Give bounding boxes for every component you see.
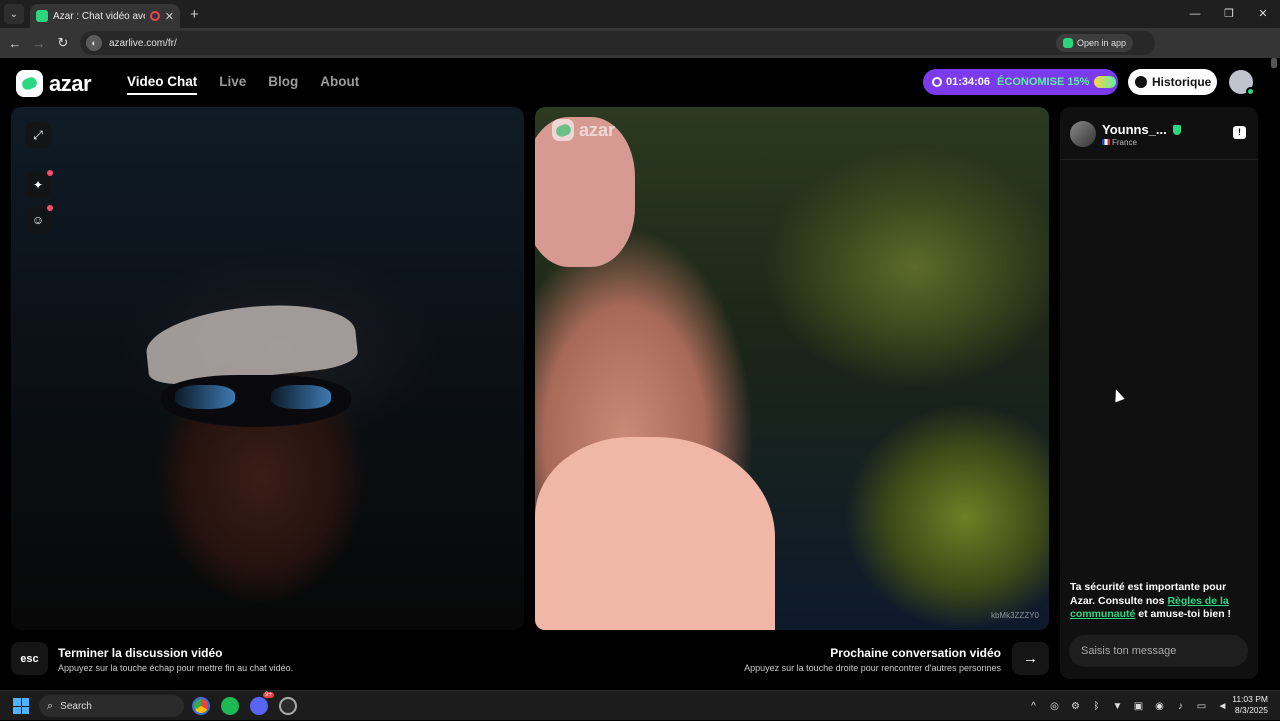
taskbar-search[interactable]: ⌕ Search	[39, 695, 184, 717]
reload-icon[interactable]: ↻	[51, 35, 75, 51]
clock-icon	[932, 77, 942, 87]
end-chat-subtitle: Appuyez sur la touche échap pour mettre …	[58, 663, 294, 673]
browser-tab-bar: ⌄ Azar : Chat vidéo avec de n ✕ + — ❐ ✕	[0, 0, 1280, 28]
tray-app-icon[interactable]: ▼	[1110, 701, 1125, 712]
azar-logo[interactable]: azar	[16, 70, 92, 97]
swap-video-button[interactable]: ⤢	[25, 122, 51, 148]
chat-divider	[1060, 159, 1258, 160]
system-tray: ^ ◎ ⚙ ᛒ ▼ ▣ ◉ ♪ ▭ ◄	[1026, 691, 1230, 721]
swap-icon: ⤢	[33, 127, 43, 142]
peer-name: Younns_...	[1102, 121, 1167, 137]
browser-tab[interactable]: Azar : Chat vidéo avec de n ✕	[30, 4, 180, 28]
back-icon[interactable]: ←	[3, 36, 27, 51]
azar-logo-icon	[16, 70, 43, 97]
next-chat-subtitle: Appuyez sur la touche droite pour rencon…	[744, 663, 1001, 673]
france-flag-icon	[1102, 139, 1110, 146]
history-clock-icon	[1135, 76, 1147, 88]
close-window-button[interactable]: ✕	[1246, 0, 1280, 28]
azar-watermark: azar	[552, 119, 615, 141]
azar-watermark-icon	[552, 119, 574, 141]
peer-country: France	[1112, 137, 1137, 147]
end-chat-title: Terminer la discussion vidéo	[58, 646, 223, 660]
video-person-sunglasses	[161, 375, 351, 427]
taskbar-date: 8/3/2025	[1234, 705, 1268, 715]
tab-close-icon[interactable]: ✕	[165, 10, 174, 23]
chevron-up-icon[interactable]: ^	[1026, 701, 1041, 712]
end-chat-button[interactable]: esc	[11, 642, 48, 675]
history-button[interactable]: Historique	[1128, 69, 1217, 95]
restore-button[interactable]: ❐	[1212, 0, 1246, 28]
face-icon: ☺	[31, 213, 45, 227]
search-icon: ⌕	[47, 699, 54, 712]
main-nav: Video Chat Live Blog About	[127, 74, 359, 95]
volume-icon[interactable]: ◄	[1215, 701, 1230, 712]
address-bar[interactable]: ◐ azarlive.com/fr/ Open in app	[80, 31, 1155, 55]
windows-start-icon[interactable]	[13, 698, 29, 714]
tab-title: Azar : Chat vidéo avec de n	[53, 10, 145, 22]
local-video: ⤢ ✦ ☺	[11, 107, 524, 630]
nav-live[interactable]: Live	[219, 74, 246, 95]
tray-app-icon[interactable]: ▣	[1131, 701, 1146, 712]
peer-info[interactable]: Younns_... France	[1070, 121, 1181, 147]
bluetooth-icon[interactable]: ᛒ	[1089, 701, 1104, 712]
forward-icon[interactable]: →	[27, 36, 51, 51]
spotify-icon[interactable]	[221, 697, 239, 715]
chrome-icon[interactable]	[192, 697, 210, 715]
recording-icon	[149, 11, 160, 21]
gems-icon	[1094, 76, 1117, 88]
discord-badge: 9+	[263, 692, 274, 698]
online-status-icon	[1246, 87, 1255, 96]
azar-app-icon	[1062, 38, 1073, 48]
tray-app-icon[interactable]: ◉	[1152, 701, 1167, 712]
tray-app-icon[interactable]: ⚙	[1068, 701, 1083, 712]
taskbar-time: 11:03 PM	[1232, 694, 1268, 704]
notification-dot	[47, 170, 53, 176]
next-chat-button[interactable]: →	[1012, 642, 1049, 675]
filters-button[interactable]: ☺	[25, 205, 53, 233]
peer-avatar[interactable]	[1070, 121, 1096, 147]
obs-icon[interactable]	[279, 697, 297, 715]
open-in-app-button[interactable]: Open in app	[1055, 34, 1133, 52]
tab-search-icon[interactable]: ⌄	[4, 4, 24, 24]
nav-blog[interactable]: Blog	[268, 74, 298, 95]
logo-text: azar	[49, 70, 92, 96]
sparkle-icon: ✦	[32, 178, 44, 192]
promo-banner[interactable]: 01:34:06 ÉCONOMISE 15%	[923, 69, 1118, 95]
taskbar-clock[interactable]: 11:03 PM 8/3/2025	[1232, 694, 1268, 716]
history-label: Historique	[1152, 75, 1212, 89]
message-input[interactable]	[1069, 635, 1248, 667]
verified-shield-icon	[1172, 125, 1181, 136]
effects-button[interactable]: ✦	[25, 170, 53, 198]
taskbar: ⌕ Search 9+ ^ ◎ ⚙ ᛒ ▼ ▣ ◉ ♪ ▭ ◄ 11:03 PM…	[0, 690, 1280, 720]
window-controls: — ❐ ✕	[1178, 0, 1280, 28]
watermark-text: azar	[579, 119, 616, 140]
remote-video: azar kbMk3ZZZY0	[535, 107, 1049, 630]
chat-panel: Younns_... France ! Ta sécurité est impo…	[1060, 107, 1258, 679]
safety-notice: Ta sécurité est importante pour Azar. Co…	[1070, 581, 1232, 620]
promo-discount: ÉCONOMISE 15%	[997, 76, 1090, 88]
report-icon[interactable]: !	[1233, 126, 1246, 139]
browser-toolbar: ← → ↻ ◐ azarlive.com/fr/ Open in app ⇄ ☆…	[0, 28, 1280, 78]
new-tab-button[interactable]: +	[190, 6, 199, 23]
remote-video-code: kbMk3ZZZY0	[990, 611, 1039, 620]
site-info-icon[interactable]: ◐	[86, 35, 102, 51]
nav-about[interactable]: About	[320, 74, 359, 95]
discord-icon[interactable]: 9+	[250, 692, 274, 715]
url-text: azarlive.com/fr/	[109, 37, 177, 49]
azar-favicon-icon	[36, 10, 48, 22]
minimize-button[interactable]: —	[1178, 0, 1212, 28]
promo-timer: 01:34:06	[946, 76, 991, 88]
network-icon[interactable]: ▭	[1194, 701, 1209, 712]
microphone-icon[interactable]: ♪	[1173, 701, 1188, 712]
user-avatar-icon[interactable]	[1229, 70, 1255, 96]
taskbar-search-label: Search	[60, 700, 92, 712]
video-person-shirt	[535, 437, 775, 630]
notification-dot	[47, 205, 53, 211]
tray-app-icon[interactable]: ◎	[1047, 701, 1062, 712]
nav-video-chat[interactable]: Video Chat	[127, 74, 198, 95]
azar-app: azar Video Chat Live Blog About 01:34:06…	[0, 58, 1280, 690]
scrollbar[interactable]	[1271, 58, 1277, 68]
next-chat-title: Prochaine conversation vidéo	[830, 646, 1001, 660]
